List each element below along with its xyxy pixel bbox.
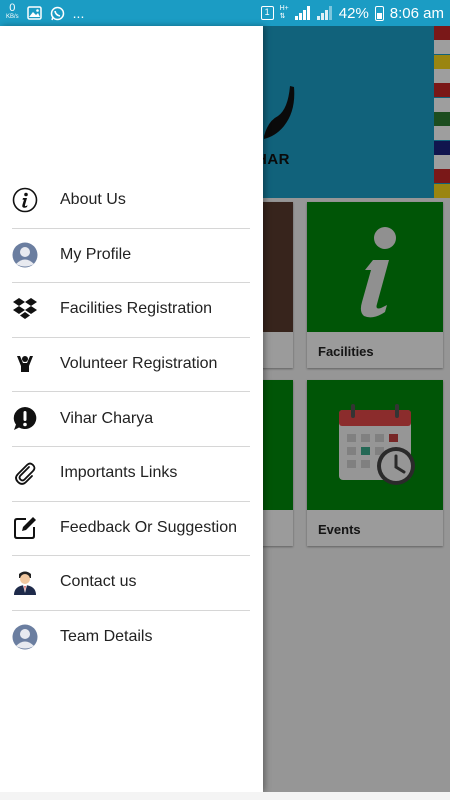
menu-item-my-profile[interactable]: My Profile <box>0 227 263 283</box>
user-avatar-icon <box>12 624 38 650</box>
network-type: H+ ⇅ <box>279 5 289 20</box>
battery-percent: 42% <box>338 4 369 22</box>
paperclip-icon <box>12 460 38 486</box>
menu-item-importants-links[interactable]: Importants Links <box>0 445 263 501</box>
menu-label: Importants Links <box>60 464 178 482</box>
signal-icon <box>294 6 311 20</box>
status-bar: 0 KB/s ... 1 H+ ⇅ 42% 8:06 am <box>0 0 450 26</box>
contact-person-icon <box>12 569 38 596</box>
menu-label: Volunteer Registration <box>60 355 218 373</box>
menu-label: Feedback Or Suggestion <box>60 518 237 536</box>
menu-label: Facilities Registration <box>60 300 213 318</box>
user-avatar-icon <box>12 242 38 268</box>
menu-item-volunteer-registration[interactable]: Volunteer Registration <box>0 336 263 392</box>
menu-item-team-details[interactable]: Team Details <box>0 609 263 665</box>
clock: 8:06 am <box>389 4 444 22</box>
whatsapp-icon <box>50 6 64 20</box>
menu-item-contact-us[interactable]: Contact us <box>0 555 263 610</box>
drawer-menu: About Us My Profile Facilities Registrat… <box>0 173 263 664</box>
menu-item-vihar-charya[interactable]: Vihar Charya <box>0 391 263 446</box>
info-circle-icon <box>12 187 38 213</box>
speech-bubble-exclamation-icon <box>12 406 38 432</box>
signal-2-icon <box>316 6 333 20</box>
app-screen: 0 KB/s ... 1 H+ ⇅ 42% 8:06 am HAR Facili… <box>0 0 450 800</box>
edit-icon <box>12 515 38 541</box>
menu-label: Vihar Charya <box>60 409 154 427</box>
menu-label: Contact us <box>60 573 137 591</box>
menu-item-facilities-registration[interactable]: Facilities Registration <box>0 282 263 337</box>
bottom-strip <box>0 792 450 800</box>
menu-item-about-us[interactable]: About Us <box>0 173 263 228</box>
network-speed-unit: KB/s <box>6 14 19 20</box>
more-notifications: ... <box>72 5 85 21</box>
menu-label: Team Details <box>60 628 153 646</box>
navigation-drawer: About Us My Profile Facilities Registrat… <box>0 26 263 792</box>
menu-item-feedback-or-suggestion[interactable]: Feedback Or Suggestion <box>0 500 263 556</box>
menu-label: About Us <box>60 191 126 209</box>
status-bar-left: 0 KB/s ... <box>6 2 85 22</box>
dropbox-icon <box>12 296 38 322</box>
network-speed: 0 KB/s <box>6 2 19 22</box>
battery-icon <box>374 5 384 21</box>
sim-icon: 1 <box>260 6 274 20</box>
menu-label: My Profile <box>60 245 132 263</box>
network-speed-value: 0 <box>9 2 16 14</box>
status-bar-right: 1 H+ ⇅ 42% 8:06 am <box>260 4 444 22</box>
gallery-icon <box>26 6 42 20</box>
volunteer-icon <box>12 351 38 377</box>
